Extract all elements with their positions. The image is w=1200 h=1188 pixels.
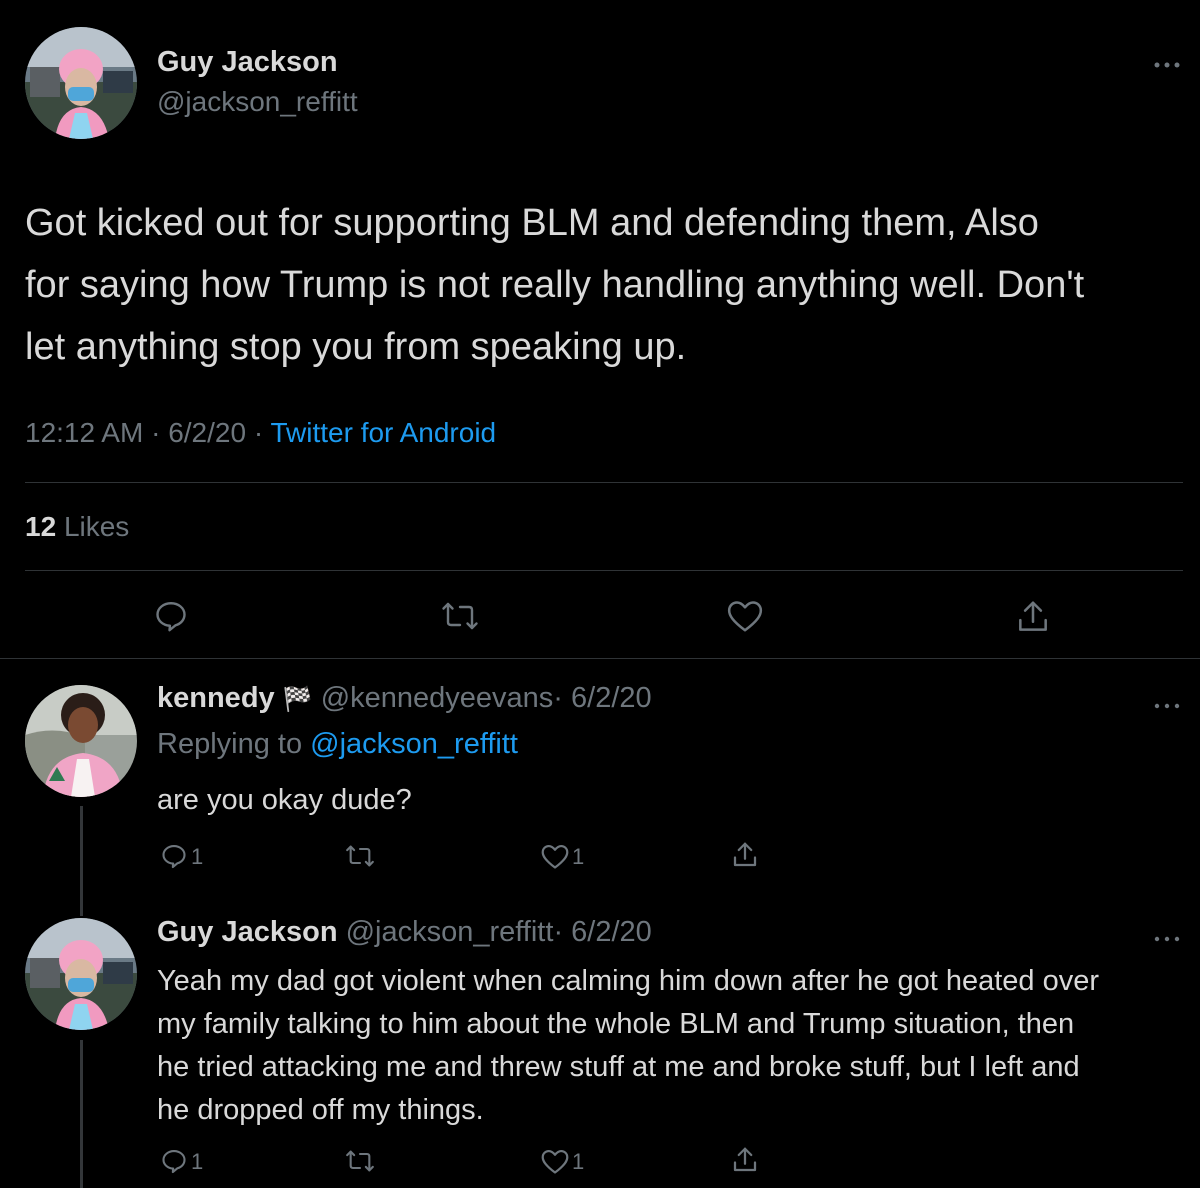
tweet-meta: 12:12 AM · 6/2/20 · Twitter for Android	[25, 417, 496, 449]
share-icon[interactable]	[730, 1145, 760, 1175]
reply-icon[interactable]	[160, 1147, 188, 1175]
divider	[0, 658, 1200, 659]
like-count: 1	[572, 844, 585, 869]
retweet-icon[interactable]	[344, 1147, 376, 1175]
tweet-text-line: for saying how Trump is not really handl…	[25, 264, 1085, 306]
tweet-text: Got kicked out for supporting BLM and de…	[25, 192, 1195, 378]
replying-to-handle[interactable]: @jackson_reffitt	[310, 728, 518, 760]
like-icon[interactable]	[726, 598, 764, 634]
more-options-icon[interactable]	[1153, 58, 1181, 72]
reply-text-line: my family talking to him about the whole…	[157, 1008, 1075, 1040]
author-handle[interactable]: @jackson_reffitt	[157, 86, 358, 118]
reply-text: are you okay dude?	[157, 784, 412, 817]
share-icon[interactable]	[730, 840, 760, 870]
reply-text-line: he tried attacking me and threw stuff at…	[157, 1051, 1080, 1083]
reply-text-line: are you okay dude?	[157, 784, 412, 816]
replying-to-label: Replying to	[157, 728, 303, 760]
thread-line	[80, 1040, 83, 1188]
likes-stat[interactable]: 12 Likes	[25, 511, 129, 543]
share-icon[interactable]	[1014, 598, 1052, 636]
like-icon[interactable]	[540, 843, 570, 870]
reply-author-handle[interactable]: @kennedyeevans	[321, 682, 554, 714]
avatar-guy-jackson[interactable]	[25, 27, 137, 139]
reply-date[interactable]: · 6/2/20	[553, 916, 651, 948]
divider	[25, 570, 1183, 571]
reply-text: Yeah my dad got violent when calming him…	[157, 960, 1197, 1132]
replying-to: Replying to @jackson_reffitt	[157, 728, 518, 761]
likes-label: Likes	[63, 511, 130, 542]
avatar-guy-jackson[interactable]	[25, 918, 137, 1030]
checkered-flag-icon: 🏁	[282, 686, 313, 713]
reply-author-name[interactable]: Guy Jackson	[157, 916, 338, 948]
reply-header: kennedy 🏁 @kennedyeevans· 6/2/20	[157, 682, 652, 715]
divider	[25, 482, 1183, 483]
avatar-kennedy[interactable]	[25, 685, 137, 797]
retweet-icon[interactable]	[344, 842, 376, 870]
retweet-icon[interactable]	[440, 598, 480, 634]
like-icon[interactable]	[540, 1148, 570, 1175]
reply-author-handle[interactable]: @jackson_reffitt	[346, 916, 554, 948]
tweet-text-line: let anything stop you from speaking up.	[25, 326, 687, 368]
reply-icon[interactable]	[153, 598, 189, 634]
author-name[interactable]: Guy Jackson	[157, 46, 338, 79]
reply-icon[interactable]	[160, 842, 188, 870]
separator: ·	[151, 417, 161, 448]
reply-text-line: he dropped off my things.	[157, 1094, 484, 1126]
reply-count: 1	[191, 1149, 204, 1174]
tweet-text-line: Got kicked out for supporting BLM and de…	[25, 202, 1039, 244]
reply-date[interactable]: · 6/2/20	[553, 682, 651, 714]
more-options-icon[interactable]	[1153, 698, 1181, 709]
separator: ·	[253, 417, 264, 448]
like-count: 1	[572, 1149, 585, 1174]
more-options-icon[interactable]	[1153, 931, 1181, 942]
likes-count: 12	[25, 511, 57, 542]
tweet-time[interactable]: 12:12 AM	[25, 417, 143, 448]
reply-text-line: Yeah my dad got violent when calming him…	[157, 965, 1100, 997]
reply-author-name[interactable]: kennedy	[157, 682, 275, 714]
reply-count: 1	[191, 844, 204, 869]
reply-header: Guy Jackson @jackson_reffitt· 6/2/20	[157, 916, 652, 949]
tweet-source-link[interactable]: Twitter for Android	[270, 417, 496, 448]
thread-line	[80, 806, 83, 916]
tweet-date[interactable]: 6/2/20	[168, 417, 246, 448]
